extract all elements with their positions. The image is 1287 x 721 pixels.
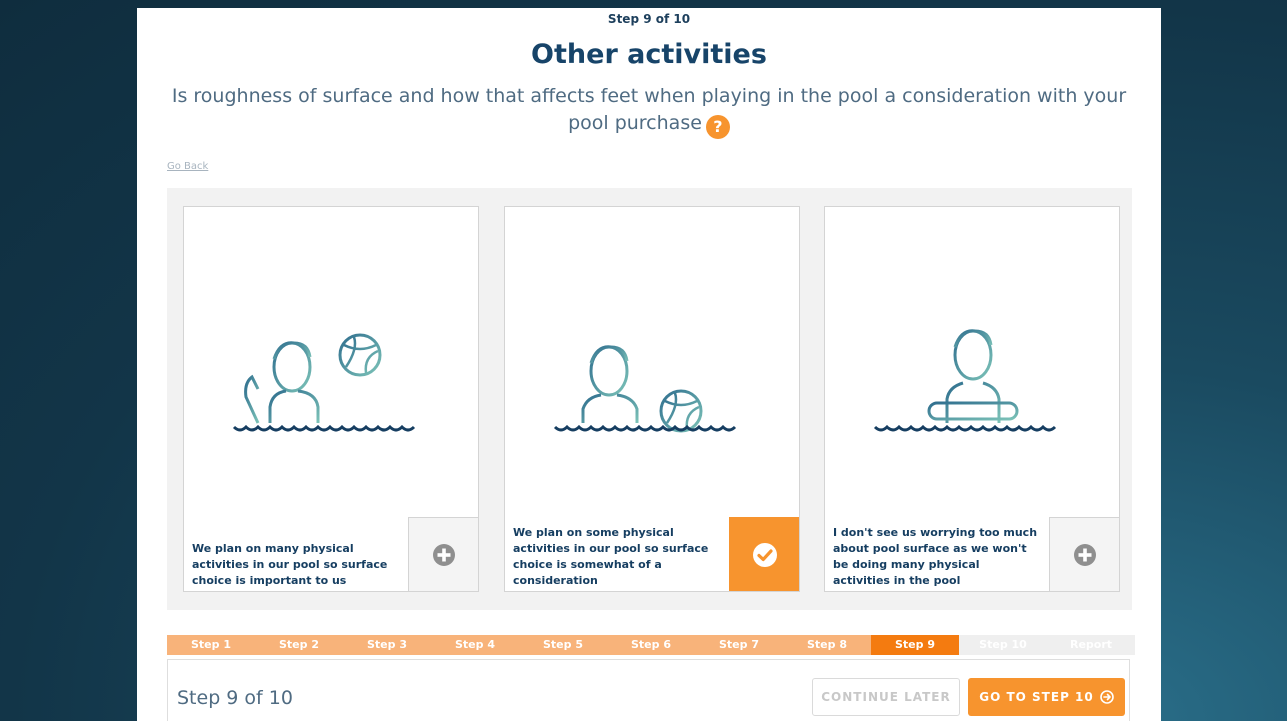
progress-step-1[interactable]: Step 1 [167, 635, 255, 655]
select-option-button[interactable] [408, 517, 478, 591]
step-indicator: Step 9 of 10 [607, 12, 691, 26]
option-card-some-activities[interactable]: We plan on some physical activities in o… [504, 206, 800, 592]
option-card-many-activities[interactable]: We plan on many physical activities in o… [183, 206, 479, 592]
go-back-link[interactable]: Go Back [167, 161, 208, 172]
page-title: Other activities [531, 39, 767, 70]
progress-step-9-current[interactable]: Step 9 [871, 635, 959, 655]
continue-later-button[interactable]: CONTINUE LATER [812, 678, 960, 716]
progress-step-10: Step 10 [959, 635, 1047, 655]
swimmer-with-ball-icon [553, 345, 737, 433]
progress-step-8[interactable]: Step 8 [783, 635, 871, 655]
arrow-right-circle-icon [1099, 690, 1114, 704]
selected-option-button[interactable] [729, 517, 799, 591]
progress-step-6[interactable]: Step 6 [607, 635, 695, 655]
go-to-next-step-button[interactable]: GO TO STEP 10 [968, 678, 1125, 716]
wizard-panel: Step 9 of 10 Other activities Is roughne… [137, 8, 1161, 721]
progress-step-5[interactable]: Step 5 [519, 635, 607, 655]
progress-step-4[interactable]: Step 4 [431, 635, 519, 655]
select-option-button[interactable] [1049, 517, 1119, 591]
option-text: I don't see us worrying too much about p… [833, 526, 1038, 587]
step-progress-bar: Step 1 Step 2 Step 3 Step 4 Step 5 Step … [167, 635, 1135, 655]
swimmer-waving-ball-icon [232, 333, 416, 432]
plus-circle-icon [1073, 543, 1096, 566]
option-text: We plan on some physical activities in o… [513, 526, 709, 587]
check-circle-icon [752, 542, 777, 567]
swimmer-floating-icon [873, 329, 1057, 432]
options-area: We plan on many physical activities in o… [167, 188, 1132, 610]
progress-step-3[interactable]: Step 3 [343, 635, 431, 655]
option-card-few-activities[interactable]: I don't see us worrying too much about p… [824, 206, 1120, 592]
question-text: Is roughness of surface and how that aff… [161, 83, 1137, 139]
wizard-footer: Step 9 of 10 CONTINUE LATER GO TO STEP 1… [167, 659, 1130, 721]
progress-step-7[interactable]: Step 7 [695, 635, 783, 655]
footer-step-indicator: Step 9 of 10 [177, 687, 293, 709]
plus-circle-icon [432, 543, 455, 566]
question-label: Is roughness of surface and how that aff… [171, 85, 1127, 134]
help-icon[interactable]: ? [705, 115, 730, 139]
option-text: We plan on many physical activities in o… [192, 542, 388, 587]
next-button-label: GO TO STEP 10 [979, 690, 1094, 704]
progress-step-2[interactable]: Step 2 [255, 635, 343, 655]
progress-step-report: Report [1047, 635, 1135, 655]
